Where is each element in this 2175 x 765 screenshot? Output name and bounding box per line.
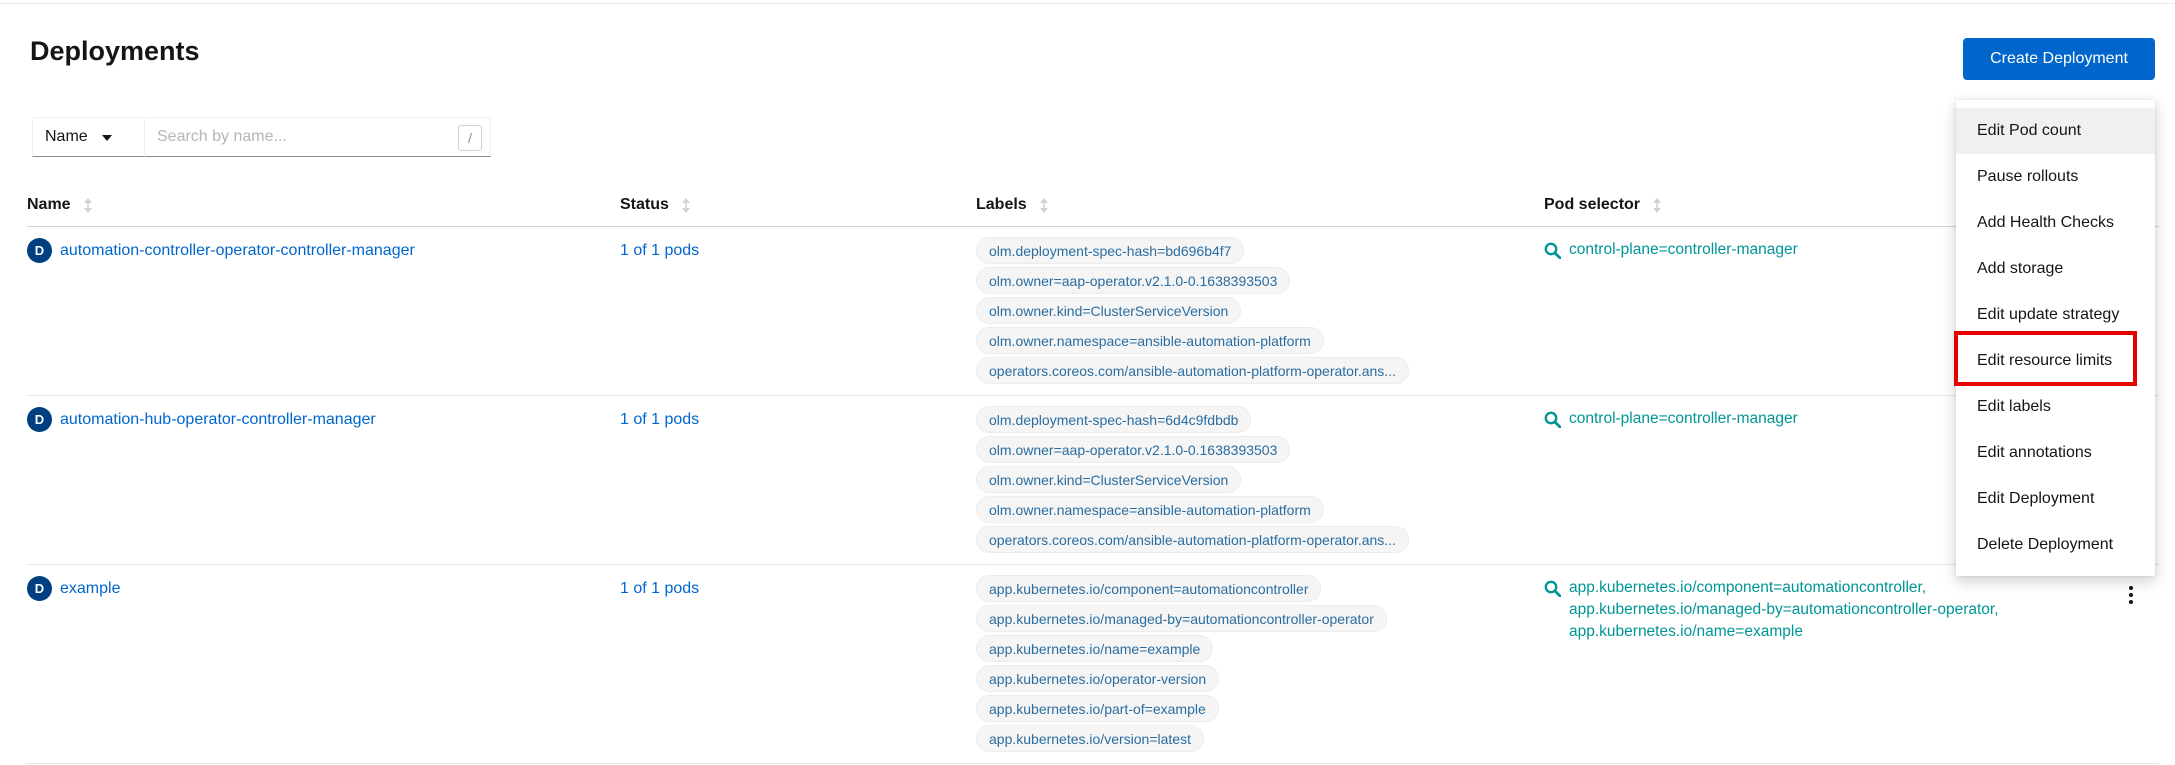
deployment-link[interactable]: automation-controller-operator-controlle… bbox=[60, 242, 415, 260]
label-pill[interactable]: olm.owner.kind=ClusterServiceVersion bbox=[976, 466, 1241, 493]
label-pill[interactable]: olm.owner=aap-operator.v2.1.0-0.16383935… bbox=[976, 436, 1290, 463]
filter-type-label: Name bbox=[45, 128, 88, 146]
sort-icon[interactable] bbox=[1652, 198, 1662, 213]
table-row: D automation-hub-operator-controller-man… bbox=[27, 396, 2159, 565]
column-header-labels[interactable]: Labels bbox=[976, 196, 1544, 214]
search-input[interactable] bbox=[157, 128, 446, 146]
deployment-actions-menu: Edit Pod count Pause rollouts Add Health… bbox=[1956, 100, 2155, 576]
pods-status-link[interactable]: 1 of 1 pods bbox=[620, 242, 699, 260]
filter-toolbar: Name / bbox=[32, 117, 491, 157]
status-cell: 1 of 1 pods bbox=[620, 575, 976, 602]
labels-cell: app.kubernetes.io/component=automationco… bbox=[976, 575, 1544, 755]
chevron-down-icon bbox=[102, 135, 112, 141]
label-pill[interactable]: app.kubernetes.io/part-of=example bbox=[976, 695, 1219, 722]
label-pill[interactable]: olm.deployment-spec-hash=bd696b4f7 bbox=[976, 237, 1244, 264]
pod-selector-link[interactable]: control-plane=controller-manager bbox=[1569, 408, 1798, 430]
labels-cell: olm.deployment-spec-hash=6d4c9fdbdb olm.… bbox=[976, 406, 1544, 556]
label-pill[interactable]: olm.owner=aap-operator.v2.1.0-0.16383935… bbox=[976, 267, 1290, 294]
create-deployment-button[interactable]: Create Deployment bbox=[1963, 38, 2155, 80]
search-icon bbox=[1544, 580, 1561, 597]
label-pill[interactable]: app.kubernetes.io/managed-by=automationc… bbox=[976, 605, 1387, 632]
kebab-dot bbox=[2129, 600, 2133, 604]
label-pill[interactable]: olm.deployment-spec-hash=6d4c9fdbdb bbox=[976, 406, 1251, 433]
label-pill[interactable]: operators.coreos.com/ansible-automation-… bbox=[976, 526, 1409, 553]
menu-item-add-storage[interactable]: Add storage bbox=[1956, 246, 2155, 292]
label-pill[interactable]: olm.owner.namespace=ansible-automation-p… bbox=[976, 496, 1324, 523]
pods-status-link[interactable]: 1 of 1 pods bbox=[620, 580, 699, 598]
column-header-status[interactable]: Status bbox=[620, 196, 976, 214]
sort-icon[interactable] bbox=[83, 198, 93, 213]
deployment-badge: D bbox=[27, 576, 52, 601]
label-pill[interactable]: olm.owner.namespace=ansible-automation-p… bbox=[976, 327, 1324, 354]
row-kebab-menu-button[interactable] bbox=[2121, 581, 2141, 609]
kebab-dot bbox=[2129, 593, 2133, 597]
column-header-name[interactable]: Name bbox=[27, 196, 620, 214]
name-cell: D automation-controller-operator-control… bbox=[27, 237, 620, 264]
status-cell: 1 of 1 pods bbox=[620, 237, 976, 264]
pod-selector-link[interactable]: app.kubernetes.io/component=automationco… bbox=[1569, 577, 1999, 599]
menu-item-edit-resource-limits[interactable]: Edit resource limits bbox=[1956, 338, 2155, 384]
table-row: D example 1 of 1 pods app.kubernetes.io/… bbox=[27, 565, 2159, 764]
sort-icon[interactable] bbox=[1039, 198, 1049, 213]
menu-item-edit-pod-count[interactable]: Edit Pod count bbox=[1956, 108, 2155, 154]
sort-icon[interactable] bbox=[681, 198, 691, 213]
pod-selector-cell: app.kubernetes.io/component=automationco… bbox=[1544, 575, 2159, 643]
table-row: D automation-controller-operator-control… bbox=[27, 227, 2159, 396]
menu-item-edit-deployment[interactable]: Edit Deployment bbox=[1956, 476, 2155, 522]
menu-item-delete-deployment[interactable]: Delete Deployment bbox=[1956, 522, 2155, 568]
label-pill[interactable]: app.kubernetes.io/operator-version bbox=[976, 665, 1219, 692]
labels-cell: olm.deployment-spec-hash=bd696b4f7 olm.o… bbox=[976, 237, 1544, 387]
pods-status-link[interactable]: 1 of 1 pods bbox=[620, 411, 699, 429]
menu-item-add-health-checks[interactable]: Add Health Checks bbox=[1956, 200, 2155, 246]
pod-selector-link[interactable]: control-plane=controller-manager bbox=[1569, 239, 1798, 261]
name-cell: D automation-hub-operator-controller-man… bbox=[27, 406, 620, 433]
deployments-table: Name Status Labels Pod selector D bbox=[27, 182, 2159, 764]
name-cell: D example bbox=[27, 575, 620, 602]
search-icon bbox=[1544, 242, 1561, 259]
label-pill[interactable]: app.kubernetes.io/component=automationco… bbox=[976, 575, 1321, 602]
deployment-badge: D bbox=[27, 238, 52, 263]
label-pill[interactable]: app.kubernetes.io/version=latest bbox=[976, 725, 1204, 752]
menu-item-pause-rollouts[interactable]: Pause rollouts bbox=[1956, 154, 2155, 200]
pod-selector-link[interactable]: app.kubernetes.io/name=example bbox=[1569, 621, 1999, 643]
status-cell: 1 of 1 pods bbox=[620, 406, 976, 433]
menu-item-edit-update-strategy[interactable]: Edit update strategy bbox=[1956, 292, 2155, 338]
label-pill[interactable]: operators.coreos.com/ansible-automation-… bbox=[976, 357, 1409, 384]
filter-type-dropdown[interactable]: Name bbox=[32, 117, 145, 157]
page-title: Deployments bbox=[30, 36, 200, 67]
deployment-link[interactable]: example bbox=[60, 580, 120, 598]
search-icon bbox=[1544, 411, 1561, 428]
label-pill[interactable]: olm.owner.kind=ClusterServiceVersion bbox=[976, 297, 1241, 324]
table-header-row: Name Status Labels Pod selector bbox=[27, 182, 2159, 227]
deployment-link[interactable]: automation-hub-operator-controller-manag… bbox=[60, 411, 376, 429]
menu-item-edit-labels[interactable]: Edit labels bbox=[1956, 384, 2155, 430]
search-box: / bbox=[145, 117, 491, 157]
masthead-divider bbox=[0, 3, 2175, 4]
slash-shortcut-badge: / bbox=[458, 125, 482, 151]
kebab-dot bbox=[2129, 586, 2133, 590]
deployment-badge: D bbox=[27, 407, 52, 432]
label-pill[interactable]: app.kubernetes.io/name=example bbox=[976, 635, 1213, 662]
menu-item-edit-annotations[interactable]: Edit annotations bbox=[1956, 430, 2155, 476]
pod-selector-link[interactable]: app.kubernetes.io/managed-by=automationc… bbox=[1569, 599, 1999, 621]
